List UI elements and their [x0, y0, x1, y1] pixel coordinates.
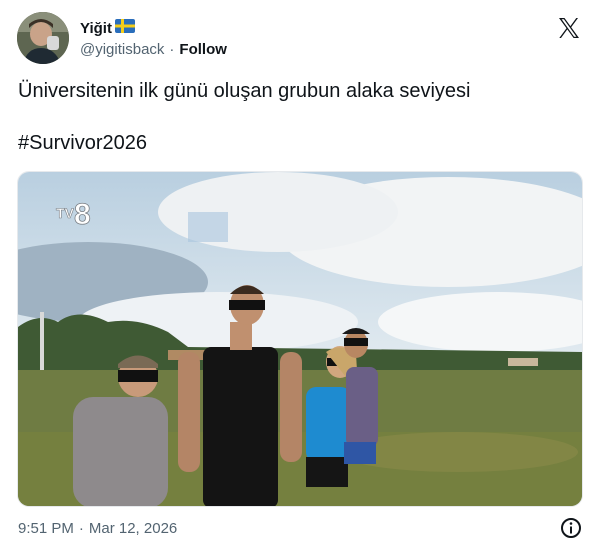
svg-text:TV: TV — [56, 205, 75, 221]
sweden-flag-icon — [114, 18, 135, 38]
tweet-body: Üniversitenin ilk günü oluşan grubun ala… — [18, 80, 471, 102]
tweet-footer: 9:51 PM · Mar 12, 2026 — [18, 517, 582, 539]
hashtag-link[interactable]: #Survivor2026 — [18, 132, 147, 154]
tweet-date[interactable]: Mar 12, 2026 — [89, 520, 177, 537]
user-handle[interactable]: @yigitisback — [80, 41, 164, 58]
display-name[interactable]: Yiğit — [80, 20, 112, 37]
user-info: Yiğit @yigitisback · Follow — [80, 18, 227, 60]
separator-dot: · — [78, 519, 84, 537]
x-logo-icon[interactable] — [557, 16, 581, 40]
follow-button[interactable]: Follow — [179, 41, 227, 58]
info-icon[interactable] — [560, 517, 582, 539]
tweet-text: Üniversitenin ilk günü oluşan grubun ala… — [18, 78, 582, 182]
tweet-media-image[interactable]: TV 8 — [17, 171, 583, 507]
svg-text:8: 8 — [74, 198, 91, 231]
separator-dot: · — [169, 40, 175, 58]
avatar[interactable] — [17, 12, 69, 64]
tweet-time[interactable]: 9:51 PM — [18, 520, 74, 537]
tweet-header: Yiğit @yigitisback · Follow — [17, 12, 583, 68]
